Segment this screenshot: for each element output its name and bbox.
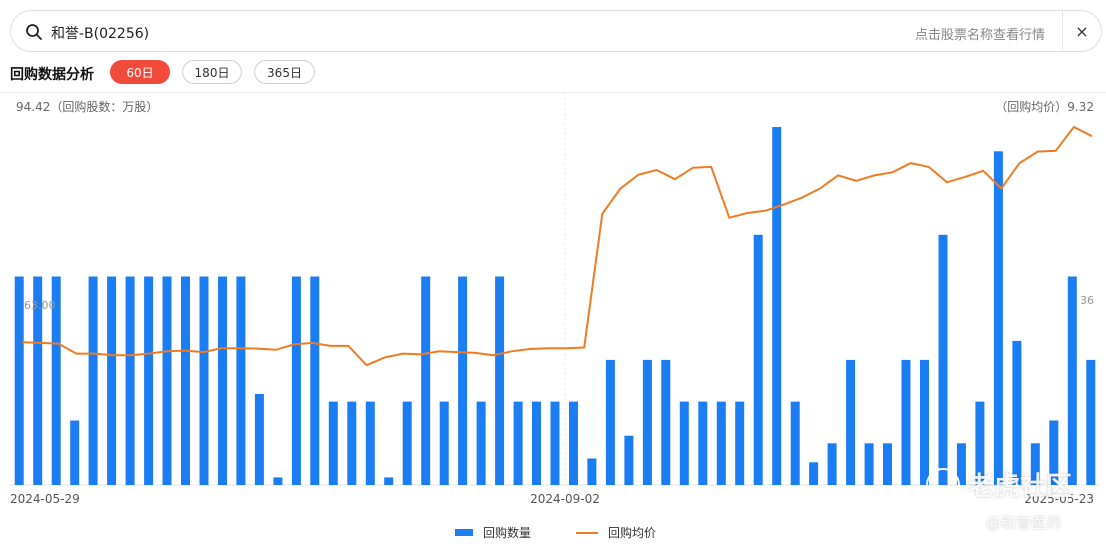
bar — [458, 276, 468, 485]
bar — [495, 276, 505, 485]
bar — [809, 462, 819, 485]
left-axis-label: 94.42（回购股数：万股） — [16, 99, 158, 114]
bar — [605, 359, 615, 485]
legend-line-label: 回购均价 — [608, 526, 657, 540]
legend-bar-swatch — [455, 529, 473, 536]
bar — [365, 401, 375, 485]
bar — [698, 401, 708, 485]
bar — [14, 276, 24, 485]
bar — [772, 127, 782, 485]
bar — [476, 401, 486, 485]
bar — [162, 276, 172, 485]
bar — [716, 401, 726, 485]
bar — [1012, 340, 1022, 485]
range-tab-365d[interactable]: 365日 — [254, 60, 315, 84]
range-tab-60d[interactable]: 60日 — [110, 60, 170, 84]
bar — [827, 443, 837, 485]
bar — [310, 276, 320, 485]
bar — [790, 401, 800, 485]
x-tick-mid: 2024-09-02 — [530, 492, 600, 506]
bar — [181, 276, 190, 485]
buyback-chart: 94.42（回购股数：万股） （回购均价）9.32 63.00 36 2024-… — [10, 93, 1100, 506]
close-icon: × — [1075, 21, 1089, 41]
bar — [569, 401, 578, 485]
search-bar[interactable]: 和誉-B(02256) 点击股票名称查看行情 × — [10, 10, 1102, 52]
tiger-logo-icon — [926, 467, 960, 502]
bar — [846, 359, 856, 485]
bar — [125, 276, 135, 485]
bar — [70, 420, 80, 485]
bar — [347, 401, 357, 485]
search-input[interactable]: 和誉-B(02256) — [51, 23, 149, 43]
bar — [107, 276, 117, 485]
bar — [587, 458, 597, 485]
bar — [661, 359, 671, 485]
bar — [513, 401, 523, 485]
bar — [624, 435, 634, 485]
search-icon — [26, 24, 42, 40]
right-axis-label: （回购均价）9.32 — [995, 99, 1094, 114]
bar — [88, 276, 98, 485]
bar — [901, 359, 911, 485]
legend-item-bar[interactable]: 回购数量 — [455, 524, 531, 541]
watermark-brand: 老虎社区 — [968, 472, 1073, 502]
bar — [236, 276, 246, 485]
legend-line-swatch — [576, 531, 598, 534]
bar — [550, 401, 560, 485]
bar — [993, 151, 1003, 486]
legend-bar-label: 回购数量 — [483, 526, 532, 540]
bar — [679, 401, 689, 485]
section-title: 回购数据分析 — [10, 67, 94, 83]
bar — [439, 401, 449, 485]
bar — [144, 276, 154, 485]
bar — [938, 234, 948, 485]
search-hint: 点击股票名称查看行情 — [914, 28, 1045, 43]
watermark-logo: 老虎社区 — [926, 466, 1072, 503]
bar — [642, 359, 652, 485]
bar — [883, 443, 892, 485]
right-mid-tick: 36 — [1080, 294, 1094, 307]
chart-legend: 回购数量 回购均价 — [0, 524, 1106, 542]
bar — [218, 276, 227, 485]
legend-item-line[interactable]: 回购均价 — [576, 524, 656, 541]
watermark-handle: @和誉医药 — [986, 514, 1062, 532]
bar — [273, 477, 283, 485]
bar — [402, 401, 412, 485]
analysis-header: 回购数据分析 60日 180日 365日 — [0, 58, 1106, 88]
bar — [864, 443, 874, 485]
bar — [384, 477, 394, 485]
bar — [421, 276, 431, 485]
bar — [1086, 359, 1096, 485]
left-mid-tick: 63.00 — [24, 299, 56, 312]
bar — [753, 234, 763, 485]
bar — [254, 394, 264, 485]
bar — [735, 401, 745, 485]
bar — [291, 276, 301, 485]
bar — [328, 401, 338, 485]
x-tick-start: 2024-05-29 — [10, 492, 80, 506]
bar — [1067, 276, 1077, 485]
bar-series — [14, 127, 1096, 486]
bar — [532, 401, 541, 485]
bar — [199, 276, 209, 485]
close-button[interactable]: × — [1062, 11, 1101, 51]
range-tab-180d[interactable]: 180日 — [182, 60, 242, 84]
